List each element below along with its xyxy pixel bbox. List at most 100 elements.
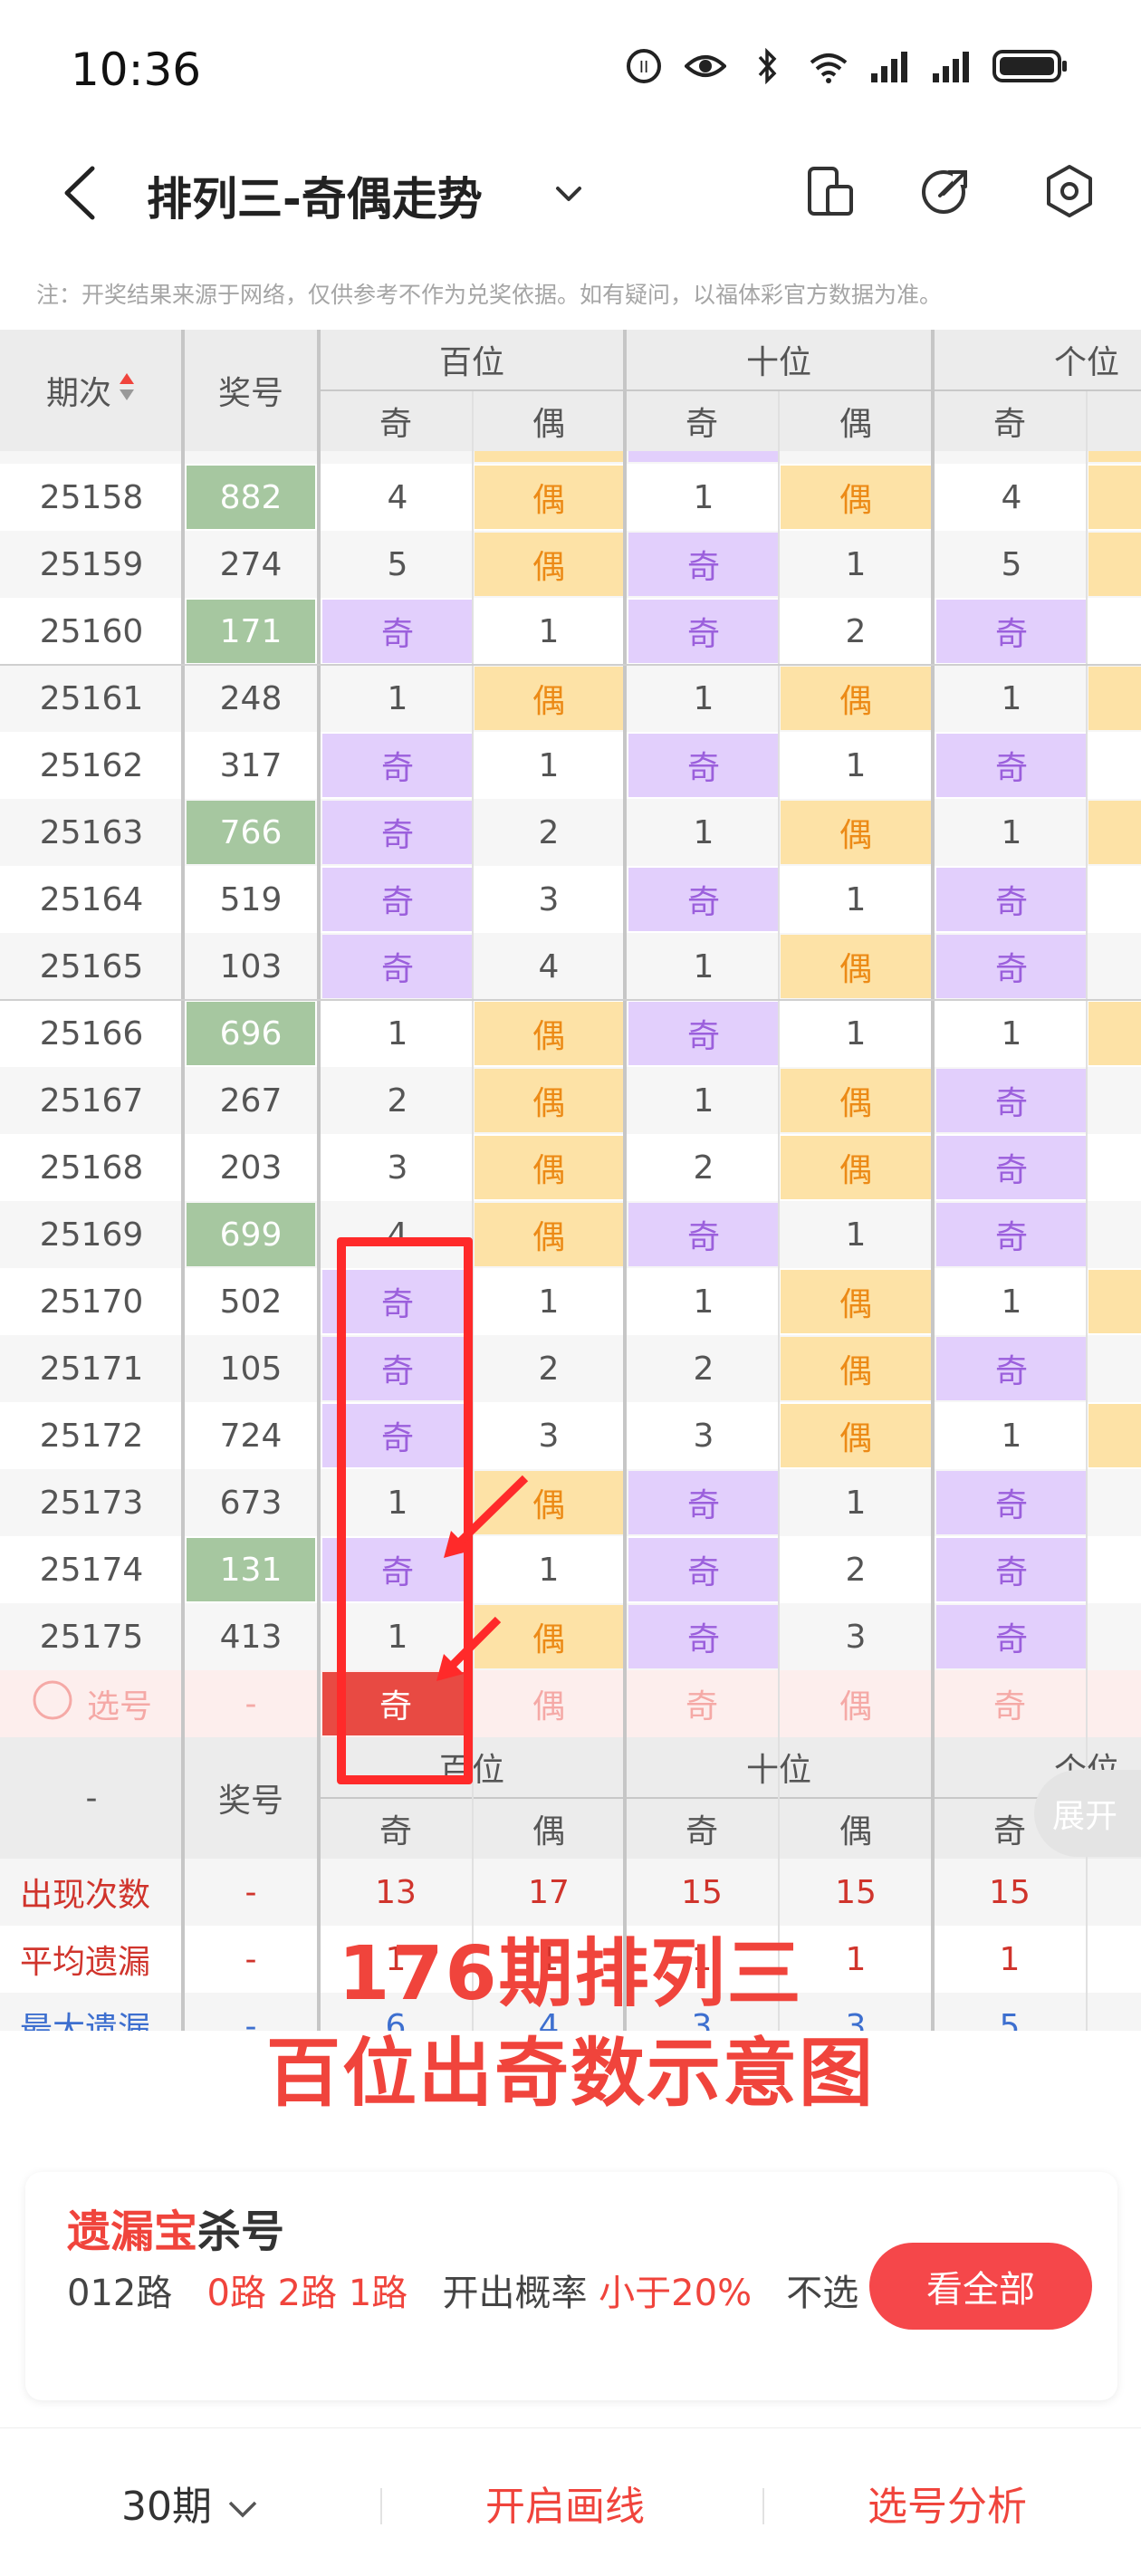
trend-cell: 奇 [628,1203,779,1266]
row-divider [0,999,1141,1001]
chevron-down-icon [228,2501,257,2518]
back-icon[interactable] [53,161,107,225]
trend-cell: 2 [1088,935,1141,998]
trend-table[interactable]: 251572363偶奇23偶251588824偶1偶4偶251592745偶奇1… [0,330,1141,2031]
draw-lines-button[interactable]: 开启画线 [485,2474,645,2532]
trend-cell: 3 [387,1149,408,1187]
trend-cell: 1 [538,746,560,784]
number-cell: 105 [219,1350,283,1388]
select-cell[interactable]: 奇 [625,1670,779,1737]
trend-cell: 2 [845,1551,867,1589]
settings-icon[interactable] [1041,163,1098,219]
select-cell[interactable]: 奇 [933,1670,1087,1737]
number-cell: 673 [219,1484,283,1522]
trend-cell: 奇 [936,935,1087,998]
trend-cell: 奇 [936,1471,1087,1534]
column-divider [931,330,935,2031]
share-icon[interactable] [916,163,973,219]
trend-cell: 3 [693,1417,714,1455]
page-title[interactable]: 排列三-奇偶走势 [147,163,483,228]
period-label: 30期 [121,2484,212,2530]
even-subheader: 偶 [473,391,625,451]
kill-number-card: 遗漏宝杀号 012路 0路 2路 1路 开出概率 小于20% 不选 看全部 [25,2172,1117,2400]
trend-cell: 偶 [475,1002,623,1065]
select-label-cell[interactable]: 选号 [0,1670,183,1737]
period-cell: 25171 [39,1350,144,1388]
trend-cell: 奇 [936,1538,1087,1601]
period-cell: 25173 [39,1484,144,1522]
period-cell: 25166 [39,1014,144,1053]
trend-cell: 1 [693,813,714,851]
group-header: 十位 [625,330,933,389]
screen-toggle-icon[interactable] [802,163,858,219]
expand-button[interactable]: 展开 [1034,1770,1141,1857]
radio-icon[interactable] [31,1678,74,1730]
trend-cell: 1 [387,679,408,717]
trend-cell: 偶 [781,1337,931,1400]
card-title: 遗漏宝杀号 [67,2196,284,2259]
trend-cell: 2 [538,1350,560,1388]
period-cell: 25161 [39,679,144,717]
svg-text:II: II [639,58,649,77]
number-cell: 413 [219,1618,283,1656]
period-cell: 25172 [39,1417,144,1455]
select-cell[interactable]: 偶 [779,1670,933,1737]
number-cell: 267 [219,1081,283,1120]
signal-2-icon [931,47,973,85]
trend-cell: 奇 [628,533,779,596]
trend-cell: 偶 [781,1136,931,1199]
trend-cell: 奇 [322,600,473,663]
sort-icon[interactable] [117,369,137,413]
column-divider [181,330,185,2031]
column-divider [472,391,474,2031]
number-cell: 203 [219,1149,283,1187]
trend-cell: 1 [538,612,560,650]
trend-cell: 1 [1088,1337,1141,1400]
trend-cell: 1 [1001,1014,1022,1053]
period-cell: 25162 [39,746,144,784]
number-cell: 519 [219,880,283,918]
annotation-line-2: 百位出奇数示意图 [265,2031,875,2117]
trend-cell: 偶 [475,1203,623,1266]
trend-cell: 2 [538,813,560,851]
trend-cell: 偶 [1088,1270,1141,1333]
row-divider [0,664,1141,666]
odd-subheader: 奇 [625,391,779,451]
trend-cell: 偶 [781,466,931,529]
even-subheader: 偶 [1087,391,1141,451]
card-roads: 0路 2路 1路 [206,2273,408,2314]
trend-cell: 1 [845,1014,867,1053]
number-cell: 131 [187,1538,315,1601]
trend-cell: 奇 [936,1136,1087,1199]
trend-cell: 偶 [1088,801,1141,864]
number-header: 奖号 [183,330,319,451]
trend-cell: 3 [538,1417,560,1455]
period-cell: 25163 [39,813,144,851]
trend-cell: 1 [693,1081,714,1120]
period-cell: 25164 [39,880,144,918]
trend-cell: 2 [845,612,867,650]
status-time: 10:36 [71,43,202,96]
trend-cell: 4 [1001,478,1022,516]
group-header: 个位 [933,330,1141,389]
trend-cell: 偶 [475,667,623,730]
period-cell: 25169 [39,1216,144,1254]
footer-dash: - [0,1737,183,1859]
trend-cell: 偶 [475,1069,623,1132]
number-analysis-button[interactable]: 选号分析 [868,2474,1027,2532]
footer-odd-subheader: 奇 [625,1799,779,1859]
period-cell: 25175 [39,1618,144,1656]
view-all-button[interactable]: 看全部 [869,2243,1092,2330]
annotation-line-1: 176期排列三 [338,1931,803,2017]
column-divider [623,330,627,2031]
group-header: 百位 [319,330,625,389]
status-bar: 10:36 II [0,0,1141,136]
chevron-down-icon[interactable] [551,176,587,212]
period-header[interactable]: 期次 [0,330,183,451]
period-cell: 25174 [39,1551,144,1589]
number-cell: 171 [187,600,315,663]
column-divider [778,391,780,2031]
trend-cell: 奇 [936,868,1087,931]
period-cell: 25167 [39,1081,144,1120]
period-selector[interactable]: 30期 [121,2474,261,2532]
